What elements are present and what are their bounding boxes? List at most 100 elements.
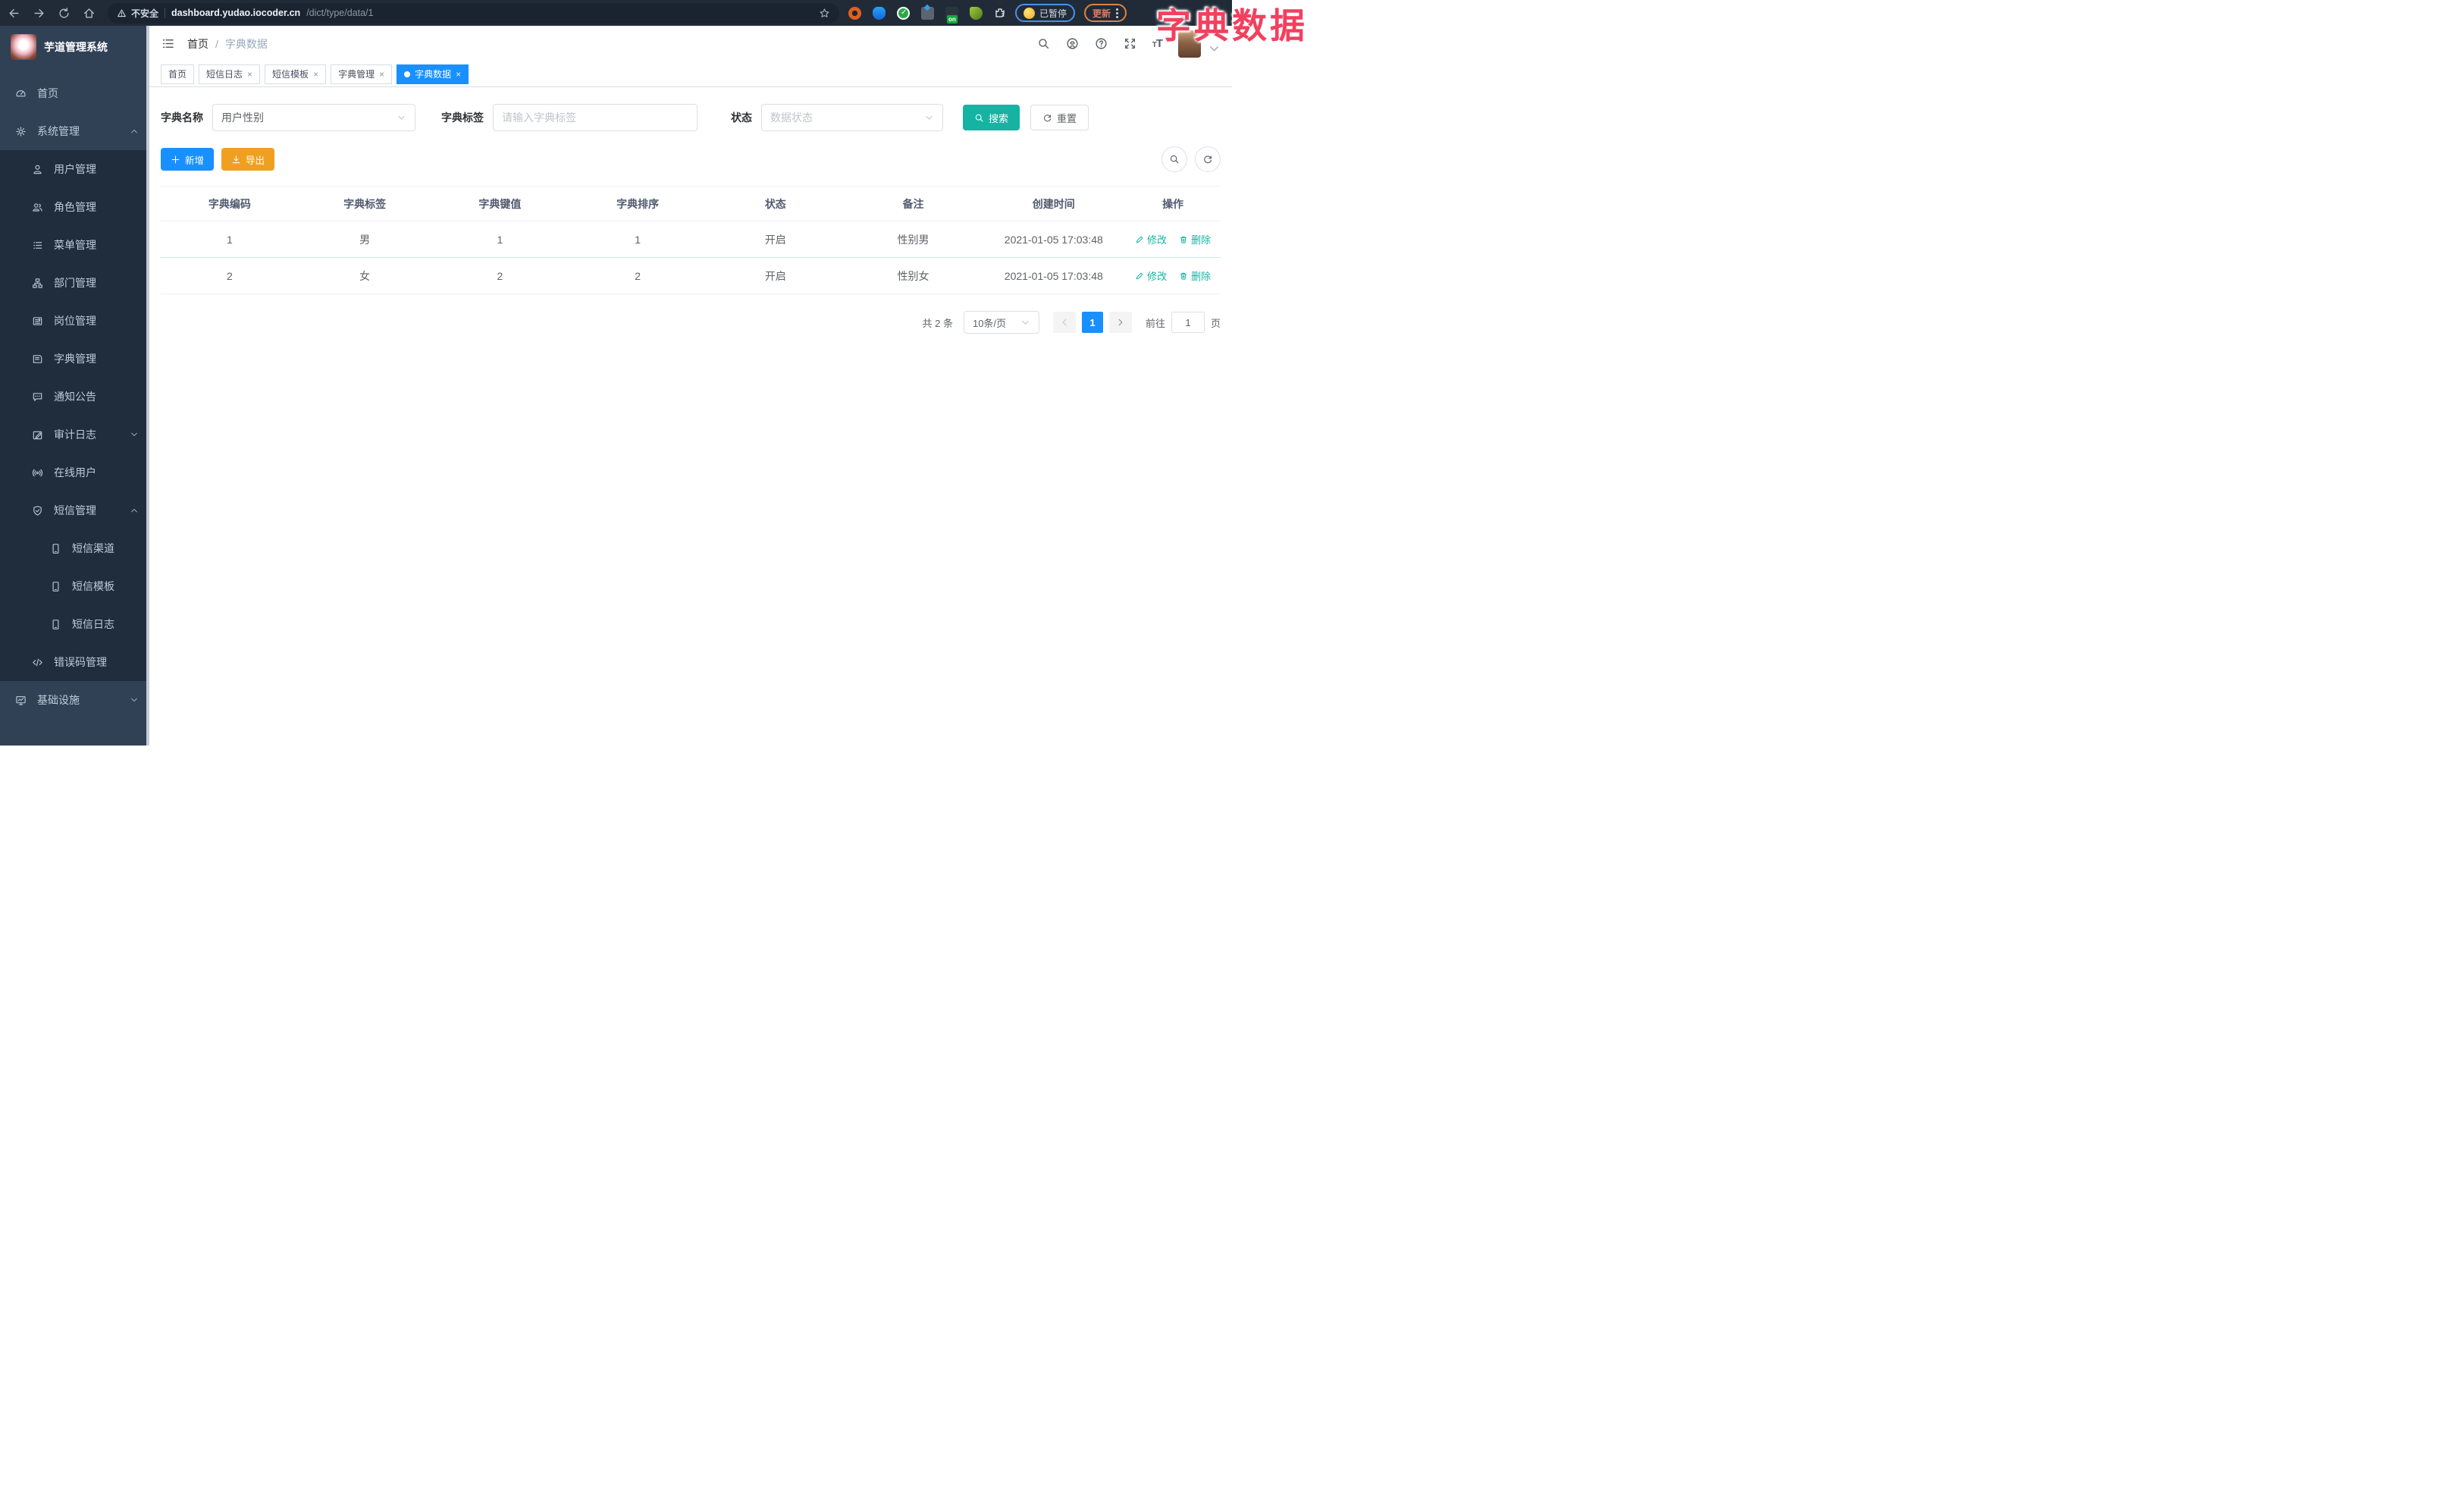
sidebar-item-dict-mgmt[interactable]: 字典管理 <box>0 340 149 378</box>
dict-label-input[interactable] <box>493 104 698 131</box>
extensions-puzzle-icon[interactable] <box>994 7 1006 19</box>
sidebar-item-dept-mgmt[interactable]: 部门管理 <box>0 264 149 302</box>
sidebar-item-error-code-mgmt[interactable]: 错误码管理 <box>0 643 149 681</box>
tab-label: 字典数据 <box>415 69 452 80</box>
sidebar-item-label: 短信管理 <box>54 504 96 516</box>
breadcrumb-current: 字典数据 <box>224 37 268 50</box>
sidebar-item-online-users[interactable]: 在线用户 <box>0 454 149 491</box>
reset-button[interactable]: 重置 <box>1030 105 1089 130</box>
tab-home[interactable]: 首页 <box>161 64 195 84</box>
export-button[interactable]: 导出 <box>221 148 275 171</box>
export-button-label: 导出 <box>246 155 265 166</box>
close-icon[interactable]: × <box>379 69 384 80</box>
chevron-down-icon <box>130 695 139 705</box>
chevron-down-icon[interactable] <box>1208 42 1221 55</box>
active-dot <box>404 71 411 77</box>
close-icon[interactable]: × <box>247 69 252 80</box>
edit-link[interactable]: 修改 <box>1135 232 1167 246</box>
col-actions: 操作 <box>1125 186 1221 221</box>
fullscreen-icon[interactable] <box>1124 37 1136 50</box>
extension-icon[interactable] <box>897 6 910 20</box>
book-icon <box>32 353 43 365</box>
tag-view-bar: 首页 短信日志 × 短信模板 × 字典管理 × 字典数据 × <box>149 61 1232 87</box>
tab-sms-log[interactable]: 短信日志 × <box>199 64 261 84</box>
refresh-icon <box>1042 113 1052 123</box>
page-size-value: 10条/页 <box>972 317 1007 329</box>
delete-link[interactable]: 删除 <box>1179 232 1211 246</box>
bookmark-star-icon[interactable] <box>819 8 830 19</box>
browser-home-icon[interactable] <box>83 7 96 20</box>
delete-link[interactable]: 删除 <box>1179 268 1211 283</box>
sidebar-item-notice[interactable]: 通知公告 <box>0 378 149 416</box>
tab-sms-template[interactable]: 短信模板 × <box>265 64 327 84</box>
browser-update-chip[interactable]: 更新 <box>1084 4 1127 22</box>
toggle-search-button[interactable] <box>1161 146 1187 172</box>
browser-reload-icon[interactable] <box>58 7 71 20</box>
browser-menu-icon[interactable] <box>1116 8 1119 18</box>
logo-image <box>11 34 36 60</box>
edit-link[interactable]: 修改 <box>1135 268 1167 283</box>
avatar[interactable] <box>1178 30 1201 58</box>
cell-dict-label: 男 <box>298 221 431 258</box>
prev-page-button[interactable] <box>1052 312 1076 333</box>
refresh-icon <box>1202 154 1213 165</box>
page-size-select[interactable]: 10条/页 <box>963 311 1039 334</box>
sidebar-item-sms-log[interactable]: 短信日志 <box>0 605 149 643</box>
sidebar-item-post-mgmt[interactable]: 岗位管理 <box>0 302 149 340</box>
sidebar-item-sms-template[interactable]: 短信模板 <box>0 567 149 605</box>
sidebar-menu: 首页 系统管理 用户管理 角色管理 菜单管理 部门管理 岗位管理 字典管理 通知… <box>0 74 149 719</box>
breadcrumb-home[interactable]: 首页 <box>187 36 208 52</box>
browser-back-icon[interactable] <box>8 7 20 20</box>
sidebar-item-audit-log[interactable]: 审计日志 <box>0 416 149 454</box>
extension-icon[interactable] <box>848 6 861 20</box>
close-icon[interactable]: × <box>313 69 318 80</box>
github-icon[interactable] <box>1066 37 1079 50</box>
sidebar-item-user-mgmt[interactable]: 用户管理 <box>0 150 149 188</box>
table-header-row: 字典编码 字典标签 字典键值 字典排序 状态 备注 创建时间 操作 <box>161 186 1221 221</box>
search-icon <box>1169 154 1180 165</box>
extension-icon[interactable] <box>873 6 886 20</box>
sidebar-item-label: 短信模板 <box>72 580 114 592</box>
extension-icon[interactable] <box>921 6 934 20</box>
sidebar-item-label: 首页 <box>37 87 58 99</box>
sidebar-item-sms-mgmt[interactable]: 短信管理 <box>0 491 149 529</box>
pencil-icon <box>1135 272 1144 281</box>
address-bar[interactable]: 不安全 dashboard.yudao.iocoder.cn /dict/typ… <box>108 2 839 24</box>
status-label: 状态 <box>731 111 752 124</box>
hamburger-icon[interactable] <box>161 36 175 51</box>
phone-icon <box>50 543 61 554</box>
table-row: 1 男 1 1 开启 性别男 2021-01-05 17:03:48 修改 删除 <box>161 221 1221 258</box>
sidebar-item-infrastructure[interactable]: 基础设施 <box>0 681 149 719</box>
page-1-button[interactable]: 1 <box>1081 312 1103 333</box>
status-select[interactable]: 数据状态 <box>761 104 943 131</box>
col-dict-sort: 字典排序 <box>569 186 707 221</box>
tab-dict-mgmt[interactable]: 字典管理 × <box>331 64 393 84</box>
browser-profile-chip[interactable]: 已暂停 <box>1015 4 1076 22</box>
dict-label-label: 字典标签 <box>441 111 484 124</box>
font-size-icon[interactable]: TT <box>1152 37 1163 50</box>
search-icon[interactable] <box>1037 37 1050 50</box>
dict-name-select[interactable]: 用户性别 <box>212 104 415 131</box>
app-logo[interactable]: 芋道管理系统 <box>0 26 149 68</box>
tab-dict-data[interactable]: 字典数据 × <box>397 64 469 84</box>
extension-icon[interactable]: on <box>945 6 958 24</box>
sidebar-item-sms-channel[interactable]: 短信渠道 <box>0 529 149 567</box>
sidebar-item-menu-mgmt[interactable]: 菜单管理 <box>0 226 149 264</box>
security-status[interactable]: 不安全 <box>117 7 158 20</box>
extension-icon[interactable] <box>970 6 983 20</box>
add-button[interactable]: 新增 <box>161 148 215 171</box>
sidebar-item-home[interactable]: 首页 <box>0 74 149 112</box>
help-icon[interactable] <box>1095 37 1108 50</box>
sidebar-item-role-mgmt[interactable]: 角色管理 <box>0 188 149 226</box>
refresh-table-button[interactable] <box>1195 146 1221 172</box>
sidebar-item-system-mgmt[interactable]: 系统管理 <box>0 112 149 150</box>
next-page-button[interactable] <box>1108 312 1132 333</box>
search-button[interactable]: 搜索 <box>963 105 1020 130</box>
close-icon[interactable]: × <box>456 69 461 80</box>
search-button-label: 搜索 <box>989 112 1009 124</box>
browser-forward-icon[interactable] <box>33 7 45 20</box>
sidebar-item-label: 字典管理 <box>54 353 96 365</box>
goto-page-input[interactable] <box>1171 312 1205 333</box>
update-label: 更新 <box>1092 8 1111 19</box>
sidebar-item-label: 岗位管理 <box>54 315 96 327</box>
